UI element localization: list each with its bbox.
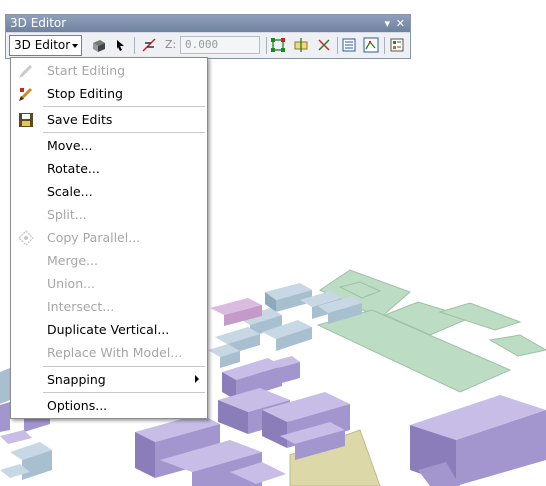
copy-parallel-icon <box>17 229 35 247</box>
z-value-field[interactable]: 0.000 <box>180 36 260 54</box>
pencil-icon <box>17 62 35 80</box>
toolbar-row: 3D Editor Z: 0.000 <box>6 33 410 58</box>
toolbar-title-bar[interactable]: 3D Editor ▾ ✕ <box>6 15 410 32</box>
menu-item-copy-parallel[interactable]: Copy Parallel... <box>11 226 207 249</box>
edit-placement-icon[interactable] <box>91 37 107 53</box>
toolbar-separator <box>337 37 338 54</box>
z-label: Z: <box>165 38 177 51</box>
menu-item-split[interactable]: Split... <box>11 203 207 226</box>
edit-tool-arrow-icon[interactable] <box>112 37 128 53</box>
menu-item-start-editing[interactable]: Start Editing <box>11 59 207 82</box>
menu-item-options[interactable]: Options... <box>11 394 207 417</box>
menu-item-replace-with-model[interactable]: Replace With Model... <box>11 341 207 364</box>
close-icon[interactable]: ✕ <box>396 15 405 32</box>
menu-item-merge[interactable]: Merge... <box>11 249 207 272</box>
sketch-tool-icon[interactable] <box>141 37 157 53</box>
menu-item-scale[interactable]: Scale... <box>11 180 207 203</box>
toolbar-title: 3D Editor <box>10 16 67 30</box>
toolbar-separator <box>266 37 267 54</box>
menu-item-rotate[interactable]: Rotate... <box>11 157 207 180</box>
attributes-icon[interactable] <box>341 37 357 53</box>
reshape-feature-icon[interactable] <box>293 37 309 53</box>
menu-item-save-edits[interactable]: Save Edits <box>11 108 207 131</box>
menu-divider <box>43 132 205 133</box>
menu-divider <box>43 106 205 107</box>
menu-item-duplicate-vertical[interactable]: Duplicate Vertical... <box>11 318 207 341</box>
3d-editor-menu-button[interactable]: 3D Editor <box>9 35 82 56</box>
chevron-down-icon <box>72 44 78 48</box>
stop-editing-icon <box>17 85 35 103</box>
create-features-icon[interactable] <box>389 37 405 53</box>
editor-toolbar-window: 3D Editor ▾ ✕ 3D Editor Z: 0.000 <box>5 14 411 59</box>
toolbar-separator <box>384 37 385 54</box>
menu-item-stop-editing[interactable]: Stop Editing <box>11 82 207 105</box>
menu-button-label: 3D Editor <box>14 38 71 52</box>
menu-item-move[interactable]: Move... <box>11 134 207 157</box>
save-icon <box>17 111 35 129</box>
menu-divider <box>43 392 205 393</box>
menu-item-intersect[interactable]: Intersect... <box>11 295 207 318</box>
menu-item-snapping[interactable]: Snapping <box>11 368 207 391</box>
3d-editor-dropdown-menu: Start Editing Stop Editing Save Edits Mo… <box>10 57 208 419</box>
toolbar-separator <box>134 37 135 54</box>
green-parcel <box>488 334 546 357</box>
menu-item-union[interactable]: Union... <box>11 272 207 295</box>
sketch-properties-icon[interactable] <box>363 37 379 53</box>
toolbar-options-icon[interactable]: ▾ <box>384 15 390 32</box>
submenu-arrow-icon <box>195 375 199 383</box>
cut-polygon-icon[interactable] <box>316 37 332 53</box>
edit-vertices-icon[interactable] <box>270 37 286 53</box>
menu-divider <box>43 366 205 367</box>
